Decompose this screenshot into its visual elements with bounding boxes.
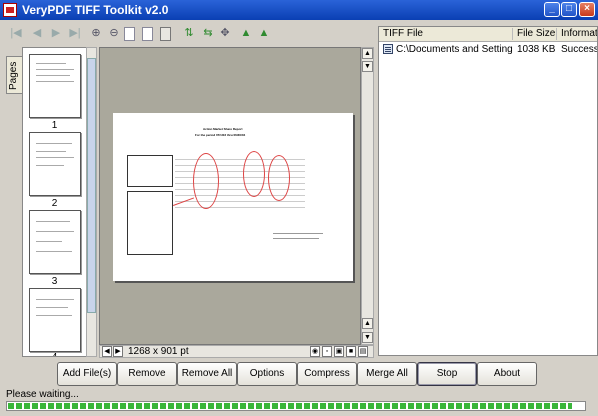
thumbnail-page-4[interactable] xyxy=(29,288,81,352)
document-note-box xyxy=(127,155,173,187)
scroll-up-icon[interactable]: ▲ xyxy=(362,48,373,59)
scroll-right-icon[interactable]: ▶ xyxy=(113,346,123,357)
minimize-button[interactable]: _ xyxy=(544,2,560,17)
document-page: Action Market Share Report For the perio… xyxy=(113,113,353,281)
prev-page-icon[interactable]: ◀ xyxy=(29,25,45,42)
rotate-left-icon[interactable]: ▲ xyxy=(238,25,254,42)
viewer-scrollbar[interactable]: ▲ ▼ ▲ ▼ xyxy=(361,47,374,345)
fit-page-icon[interactable] xyxy=(124,27,135,41)
column-information[interactable]: Informatio xyxy=(557,28,597,40)
cell-file-size: 1038 KB xyxy=(517,44,556,55)
close-button[interactable]: × xyxy=(579,2,595,17)
thumbnail-number: 1 xyxy=(51,120,58,131)
file-list-header: TIFF File File Size Informatio xyxy=(379,27,597,42)
document-note-box xyxy=(127,191,173,255)
rotate-icon[interactable]: ✥ xyxy=(217,25,233,42)
annotation-circle xyxy=(243,151,265,197)
fit-width-icon[interactable] xyxy=(142,27,153,41)
next-page-icon[interactable]: ▶ xyxy=(48,25,64,42)
app-icon xyxy=(3,3,17,17)
tab-pages-label: Pages xyxy=(8,61,19,90)
annotation-circle xyxy=(193,153,219,209)
progress-bar xyxy=(6,401,586,411)
thumbnail-number: 2 xyxy=(51,198,58,209)
compress-button[interactable]: Compress xyxy=(297,362,357,386)
document-heading: Action Market Share Report xyxy=(203,127,243,131)
print-icon[interactable]: ▤ xyxy=(358,346,368,357)
thumbnail-page-3[interactable] xyxy=(29,210,81,274)
cell-file-path: C:\Documents and Settings\admin... xyxy=(396,44,513,55)
about-button[interactable]: About xyxy=(477,362,537,386)
column-tiff-file[interactable]: TIFF File xyxy=(379,28,513,40)
flip-horizontal-icon[interactable]: ⇆ xyxy=(200,25,216,42)
page-viewer[interactable]: Action Market Share Report For the perio… xyxy=(99,47,361,345)
scroll-left-icon[interactable]: ◀ xyxy=(102,346,112,357)
page-dimensions: 1268 x 901 pt xyxy=(128,346,189,357)
merge-all-button[interactable]: Merge All xyxy=(357,362,417,386)
status-text: Please waiting... xyxy=(6,389,79,400)
first-page-icon[interactable]: |◀ xyxy=(8,25,24,42)
actual-size-icon[interactable] xyxy=(160,27,171,41)
file-list[interactable]: TIFF File File Size Informatio C:\Docume… xyxy=(378,26,598,356)
cell-status: Success xyxy=(561,44,598,55)
scrollbar-thumb[interactable] xyxy=(87,58,96,313)
thumbnail-page-2[interactable] xyxy=(29,132,81,196)
zoom-out-icon[interactable]: ⊖ xyxy=(106,25,122,42)
maximize-button[interactable]: □ xyxy=(561,2,577,17)
flip-vertical-icon[interactable]: ⇅ xyxy=(181,25,197,42)
toolbar: |◀ ◀ ▶ ▶| ⊕ ⊖ ⇅ ⇆ ✥ ▲ ▲ xyxy=(0,21,374,47)
title-bar: VeryPDF TIFF Toolkit v2.0 _ □ × xyxy=(0,0,598,20)
remove-button[interactable]: Remove xyxy=(117,362,177,386)
last-page-icon[interactable]: ▶| xyxy=(67,25,83,42)
nav-icon[interactable]: ◉ xyxy=(310,346,320,357)
page-icon[interactable]: ▫ xyxy=(322,346,332,357)
scroll-up-icon[interactable]: ▲ xyxy=(362,318,373,329)
stop-button[interactable]: Stop xyxy=(417,362,477,386)
tab-pages[interactable]: Pages xyxy=(6,56,22,94)
thumbnail-number: 4 xyxy=(23,352,86,356)
remove-all-button[interactable]: Remove All xyxy=(177,362,237,386)
table-row[interactable]: C:\Documents and Settings\admin... 1038 … xyxy=(379,43,598,56)
file-icon xyxy=(383,44,393,54)
viewer-statusbar: ◀ ▶ 1268 x 901 pt ◉ ▫ ▣ ■ ▤ xyxy=(99,345,374,358)
window-title: VeryPDF TIFF Toolkit v2.0 xyxy=(22,3,169,17)
thumbnail-page-1[interactable] xyxy=(29,54,81,118)
snapshot-icon[interactable]: ▣ xyxy=(334,346,344,357)
document-subheading: For the period 07/1/03 thru 06/30/04 xyxy=(195,133,246,137)
zoom-in-icon[interactable]: ⊕ xyxy=(88,25,104,42)
scroll-down-icon[interactable]: ▼ xyxy=(362,61,373,72)
scroll-down-icon[interactable]: ▼ xyxy=(362,332,373,343)
save-icon[interactable]: ■ xyxy=(346,346,356,357)
options-button[interactable]: Options xyxy=(237,362,297,386)
column-file-size[interactable]: File Size xyxy=(513,28,557,40)
rotate-right-icon[interactable]: ▲ xyxy=(256,25,272,42)
thumbnail-number: 3 xyxy=(51,276,58,287)
add-files-button[interactable]: Add File(s) xyxy=(57,362,117,386)
thumbnail-scrollbar[interactable] xyxy=(86,47,97,357)
progress-fill xyxy=(8,403,573,409)
annotation-circle xyxy=(268,155,290,201)
